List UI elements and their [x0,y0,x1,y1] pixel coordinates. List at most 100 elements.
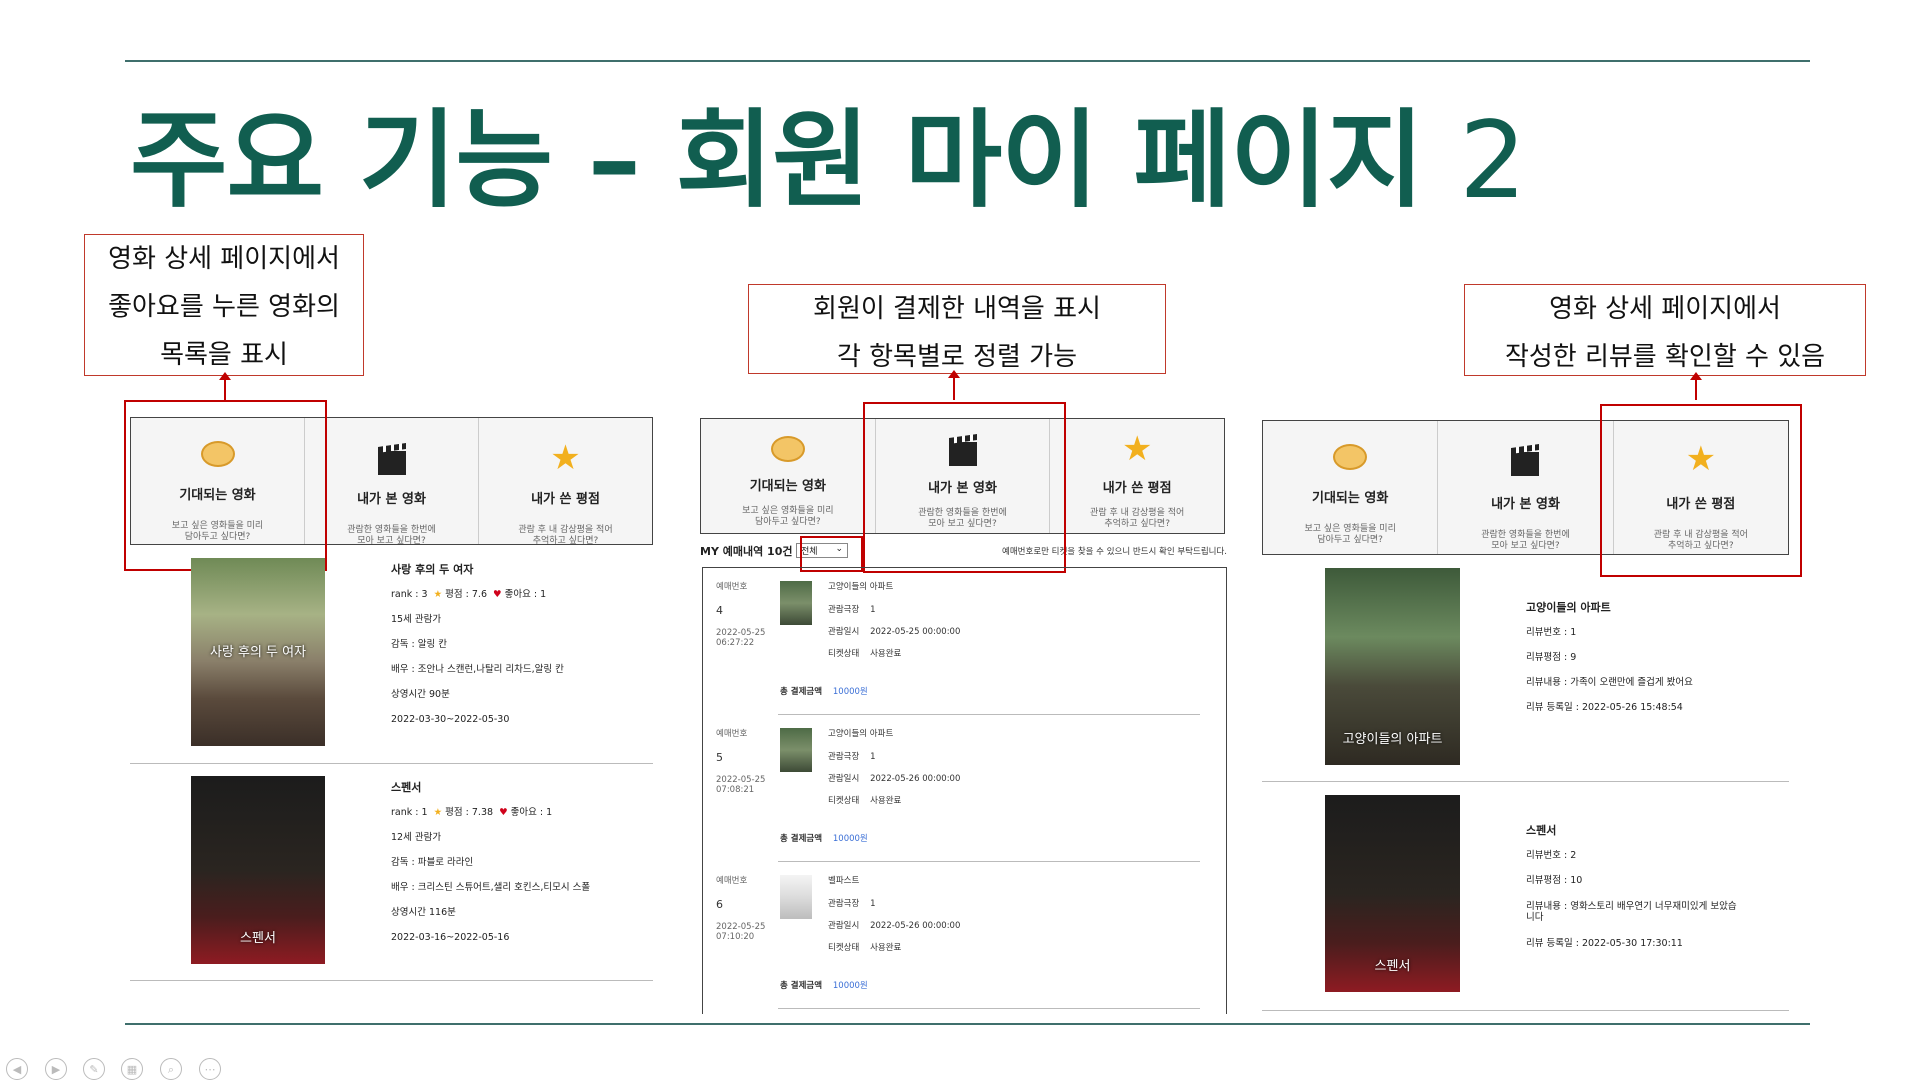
slide-title-number: 2 [1459,99,1526,222]
callout-line: 회원이 결제한 내역을 표시 [813,294,1101,324]
movie-poster[interactable]: 사랑 후의 두 여자 [191,558,325,746]
tab-subtext: 관람 후 내 감상평을 적어 [518,525,613,535]
reservation-date: 2022-05-25 [716,775,766,785]
slides-grid-icon[interactable]: ▦ [121,1058,143,1080]
review-movie-title[interactable]: 스펜서 [1526,818,1737,843]
bottom-rule [125,1023,1810,1025]
movie-title[interactable]: 사랑 후의 두 여자 [391,557,564,582]
list-divider [130,763,653,764]
highlight-watched-tab [863,402,1066,573]
review-movie-title[interactable]: 고양이들의 아파트 [1526,595,1693,620]
egg-icon [1333,444,1368,470]
reservation-date: 2022-05-25 [716,628,766,638]
heart-icon: ♥ [493,589,502,600]
tab-expected-movies[interactable]: 기대되는 영화 보고 싶은 영화들을 미리 담아두고 싶다면? [701,419,876,533]
field-label: 관람극장 [828,899,860,909]
callout-reviews: 영화 상세 페이지에서 작성한 리뷰를 확인할 수 있음 [1464,284,1866,376]
reservation-no-label: 예매번호 [716,582,748,592]
clapperboard-icon [377,451,406,475]
reservation-time: 06:27:22 [716,638,755,648]
highlight-expected-tab [124,400,327,571]
tab-label: 내가 쓴 평점 [1102,481,1172,496]
reservation-movie[interactable]: 벨파스트 [828,874,859,886]
tab-label: 내가 본 영화 [1491,497,1560,512]
reservation-time: 07:08:21 [716,785,755,795]
review-score: 리뷰평점 : 9 [1526,652,1577,663]
callout-line: 영화 상세 페이지에서 [1549,294,1781,324]
prev-slide-icon[interactable]: ◀ [6,1058,28,1080]
movie-period: 2022-03-16~2022-05-16 [391,932,510,943]
reservation-no-label: 예매번호 [716,729,748,739]
tab-my-reviews[interactable]: ★ 내가 쓴 평점 관람 후 내 감상평을 적어 추억하고 싶다면? [1050,419,1224,533]
callout-liked: 영화 상세 페이지에서 좋아요를 누른 영화의 목록을 표시 [84,234,364,376]
reservation-time: 07:10:20 [716,932,755,942]
tab-watched-movies[interactable]: 내가 본 영화 관람한 영화들을 한번에 모아 보고 싶다면? [305,418,479,546]
review-date: 리뷰 등록일 : 2022-05-30 17:30:11 [1526,938,1683,949]
reservation-movie[interactable]: 고양이들의 아파트 [828,580,893,592]
more-options-icon[interactable]: ⋯ [199,1058,221,1080]
movie-rating: 평점 : 7.38 [445,807,494,818]
review-info: 스펜서 리뷰번호 : 2 리뷰평점 : 10 리뷰내용 : 영화스토리 배우연기… [1526,818,1737,956]
poster-title: 스펜서 [240,931,276,946]
list-divider [1262,1010,1789,1011]
movie-rank: rank : 1 [391,807,428,818]
field-label: 관람일시 [828,921,860,931]
field-label: 관람극장 [828,605,860,615]
movie-actors: 배우 : 조안나 스캔런,나탈리 리차드,알링 칸 [391,664,564,675]
tab-subtext: 관람한 영화들을 한번에 [347,525,436,535]
view-datetime: 2022-05-25 00:00:00 [870,627,961,637]
tab-expected-movies[interactable]: 기대되는 영화 보고 싶은 영화들을 미리 담아두고 싶다면? [1263,421,1439,554]
movie-rating: 평점 : 7.6 [445,589,487,600]
view-datetime: 2022-05-26 00:00:00 [870,921,961,931]
review-score: 리뷰평점 : 10 [1526,875,1583,886]
movie-poster[interactable]: 스펜서 [1325,795,1460,992]
tab-my-reviews[interactable]: ★ 내가 쓴 평점 관람 후 내 감상평을 적어 추억하고 싶다면? [479,418,652,546]
tab-subtext: 담아두고 싶다면? [755,517,821,527]
movie-likes: 좋아요 : 1 [510,807,553,818]
tab-label: 기대되는 영화 [1312,491,1389,506]
next-slide-icon[interactable]: ▶ [45,1058,67,1080]
pen-icon[interactable]: ✎ [83,1058,105,1080]
tab-subtext: 추억하고 싶다면? [532,536,599,546]
ticket-status: 사용완료 [870,943,902,953]
star-icon: ★ [433,589,443,600]
field-label: 관람일시 [828,774,860,784]
list-divider [778,714,1200,715]
poster-title: 고양이들의 아파트 [1342,732,1443,747]
total-label: 총 결제금액 [780,687,823,697]
reservation-item: 예매번호 5 2022-05-25 07:08:21 고양이들의 아파트 관람극… [716,727,1206,867]
review-number: 리뷰번호 : 2 [1526,850,1577,861]
heart-icon: ♥ [499,807,508,818]
tab-subtext: 관람 후 내 감상평을 적어 [1090,508,1185,518]
movie-thumbnail [780,581,812,625]
review-date: 리뷰 등록일 : 2022-05-26 15:48:54 [1526,702,1683,713]
slide-title: 주요 기능 – 회원 마이 페이지 2 [130,96,1527,226]
movie-rank: rank : 3 [391,589,428,600]
reservation-no-label: 예매번호 [716,876,748,886]
reservation-item: 예매번호 4 2022-05-25 06:27:22 고양이들의 아파트 관람극… [716,580,1206,720]
review-content: 리뷰내용 : 영화스토리 배우연기 너무재미있게 보았습 [1526,901,1737,912]
tab-label: 내가 쓴 평점 [531,492,600,507]
tab-label: 내가 본 영화 [357,492,426,507]
tab-subtext: 보고 싶은 영화들을 미리 [742,506,834,516]
egg-icon [770,436,805,462]
movie-director: 감독 : 파블로 라라인 [391,857,474,868]
field-label: 관람극장 [828,752,860,762]
clapperboard-icon [1511,452,1540,476]
movie-title[interactable]: 스펜서 [391,775,590,800]
tab-label: 기대되는 영화 [749,479,826,494]
review-content-cont: 니다 [1526,912,1544,923]
field-label: 관람일시 [828,627,860,637]
movie-runtime: 상영시간 116분 [391,907,456,918]
tab-watched-movies[interactable]: 내가 본 영화 관람한 영화들을 한번에 모아 보고 싶다면? [1438,421,1614,554]
movie-actors: 배우 : 크리스틴 스튜어트,샐리 호킨스,티모시 스폴 [391,882,591,893]
reservation-movie[interactable]: 고양이들의 아파트 [828,727,893,739]
movie-poster[interactable]: 스펜서 [191,776,325,964]
movie-poster[interactable]: 고양이들의 아파트 [1325,568,1460,765]
movie-runtime: 상영시간 90분 [391,689,450,700]
zoom-icon[interactable]: ⌕ [160,1058,182,1080]
callout-reservations: 회원이 결제한 내역을 표시 각 항목별로 정렬 가능 [748,284,1166,374]
movie-age-rating: 12세 관람가 [391,832,442,843]
movie-age-rating: 15세 관람가 [391,614,442,625]
total-label: 총 결제금액 [780,981,823,991]
